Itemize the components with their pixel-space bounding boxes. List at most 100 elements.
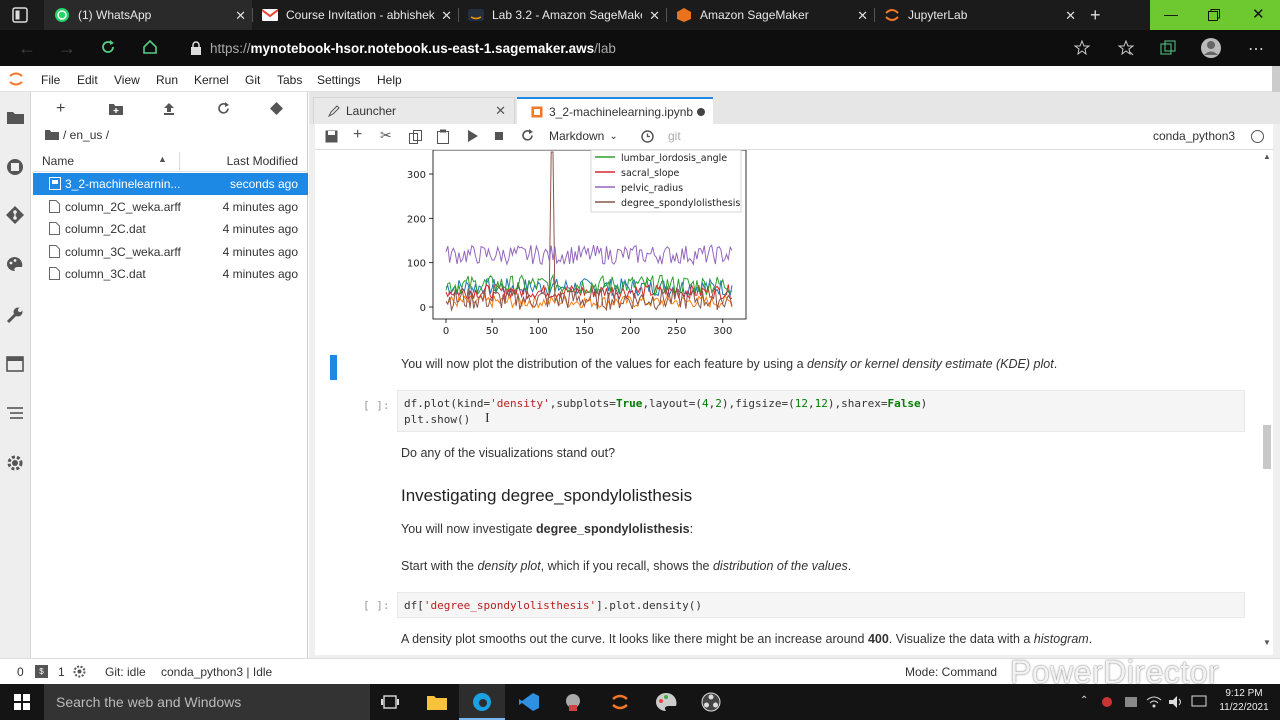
add-cell-icon[interactable]: + [353, 126, 362, 144]
restore-icon[interactable] [1208, 9, 1220, 21]
favorite-star-icon[interactable] [1074, 40, 1090, 56]
git-label[interactable]: git [668, 129, 681, 143]
file-explorer-icon[interactable] [427, 694, 447, 710]
tabs-icon[interactable] [6, 356, 24, 372]
folder-icon[interactable] [7, 110, 24, 124]
clock-icon[interactable] [641, 130, 654, 143]
favorites-icon[interactable] [1118, 40, 1134, 56]
file-row[interactable]: column_3C.dat 4 minutes ago [33, 263, 308, 285]
wifi-icon[interactable] [1146, 695, 1162, 708]
markdown-question[interactable]: Do any of the visualizations stand out? [401, 446, 615, 460]
tab-notebook[interactable]: 3_2-machinelearning.ipynb [517, 97, 713, 124]
palette-icon[interactable] [6, 256, 24, 272]
terminals-count[interactable]: 0 [17, 665, 24, 679]
scroll-up-icon[interactable]: ▲ [1263, 152, 1271, 161]
run-icon[interactable] [468, 130, 478, 142]
vscode-icon[interactable] [519, 693, 539, 711]
menu-edit[interactable]: Edit [77, 73, 98, 87]
menu-view[interactable]: View [114, 73, 140, 87]
home-icon[interactable] [142, 39, 158, 55]
close-icon[interactable]: ✕ [495, 103, 506, 119]
git-clone-icon[interactable] [270, 102, 283, 115]
tab-jupyterlab[interactable]: JupyterLab ✕ [874, 0, 1082, 30]
task-view-icon[interactable] [381, 694, 399, 710]
markdown-histogram[interactable]: A density plot smooths out the curve. It… [401, 632, 1092, 646]
cell-type-select[interactable]: Markdown ⌄ [549, 126, 618, 146]
tray-chevron-icon[interactable]: ⌃ [1080, 695, 1088, 706]
restart-icon[interactable] [521, 129, 534, 142]
app-icon[interactable] [563, 692, 583, 712]
page-scrollbar[interactable] [1272, 66, 1280, 92]
git-icon[interactable] [6, 206, 24, 224]
clock[interactable]: 9:12 PM 11/22/2021 [1214, 687, 1274, 715]
file-row[interactable]: column_2C.dat 4 minutes ago [33, 218, 308, 240]
profile-avatar-icon[interactable] [1200, 37, 1222, 59]
scroll-down-icon[interactable]: ▼ [1263, 638, 1271, 647]
modified-column-header[interactable]: Last Modified [227, 154, 298, 168]
tab-sagemaker[interactable]: Amazon SageMaker ✕ [666, 0, 875, 30]
tray-icon-1[interactable] [1100, 696, 1114, 708]
taskbar-search[interactable]: Search the web and Windows [44, 684, 370, 720]
kernel-name[interactable]: conda_python3 [1153, 129, 1235, 143]
close-icon[interactable]: ✕ [857, 8, 868, 24]
new-folder-icon[interactable] [109, 103, 123, 115]
menu-run[interactable]: Run [156, 73, 178, 87]
minimize-icon[interactable]: — [1164, 6, 1178, 22]
breadcrumb-folder-icon[interactable] [45, 129, 59, 140]
copy-icon[interactable] [409, 130, 422, 144]
stop-icon[interactable] [495, 132, 503, 140]
taskbar-jupyter-icon[interactable] [610, 692, 630, 712]
close-icon[interactable]: ✕ [649, 8, 660, 24]
menu-settings[interactable]: Settings [317, 73, 360, 87]
section-heading[interactable]: Investigating degree_spondylolisthesis [401, 486, 692, 506]
sort-up-icon[interactable]: ▲ [158, 154, 167, 164]
tab-lab[interactable]: Lab 3.2 - Amazon SageMake ✕ [458, 0, 667, 30]
paste-icon[interactable] [437, 129, 449, 144]
window-close-icon[interactable]: ✕ [1252, 5, 1265, 23]
markdown-density-intro[interactable]: You will now plot the distribution of th… [401, 357, 1057, 371]
forward-icon[interactable]: → [58, 38, 76, 59]
url-field[interactable]: https://mynotebook-hsor.notebook.us-east… [180, 34, 1060, 62]
upload-icon[interactable] [163, 102, 175, 115]
volume-icon[interactable] [1168, 695, 1184, 709]
file-row[interactable]: 3_2-machinelearnin... seconds ago [33, 173, 308, 195]
refresh-icon[interactable] [217, 102, 230, 115]
windows-start-icon[interactable] [14, 694, 30, 710]
tray-icon-2[interactable] [1124, 696, 1138, 708]
toc-icon[interactable] [7, 406, 23, 420]
git-status[interactable]: Git: idle [105, 665, 146, 679]
close-icon[interactable]: ✕ [441, 8, 452, 24]
file-row[interactable]: column_3C_weka.arff 4 minutes ago [33, 241, 308, 263]
menu-tabs[interactable]: Tabs [277, 73, 302, 87]
terminal-icon[interactable]: $ [35, 665, 48, 678]
code-cell-spondy-density[interactable]: df['degree_spondylolisthesis'].plot.dens… [397, 592, 1245, 618]
menu-git[interactable]: Git [245, 73, 260, 87]
taskbar-edge-active[interactable] [459, 684, 505, 720]
code-cell-density[interactable]: df.plot(kind='density',subplots=True,lay… [397, 390, 1245, 432]
new-launcher-icon[interactable]: + [56, 100, 65, 118]
file-row[interactable]: column_2C_weka.arff 4 minutes ago [33, 196, 308, 218]
tab-gmail[interactable]: Course Invitation - abhishek ✕ [252, 0, 459, 30]
menu-file[interactable]: File [41, 73, 60, 87]
tab-whatsapp[interactable]: (1) WhatsApp ✕ [44, 0, 253, 30]
unsaved-dot-icon[interactable] [697, 108, 705, 116]
markdown-investigate[interactable]: You will now investigate degree_spondylo… [401, 522, 693, 536]
reload-icon[interactable] [100, 39, 116, 55]
kernel-gear-icon[interactable] [73, 665, 86, 678]
tab-actions-icon[interactable] [12, 7, 28, 23]
menu-kernel[interactable]: Kernel [194, 73, 229, 87]
obs-icon[interactable] [701, 692, 721, 712]
paint-icon[interactable] [655, 692, 677, 712]
tab-launcher[interactable]: Launcher ✕ [313, 97, 515, 124]
scroll-thumb[interactable] [1263, 425, 1271, 469]
collections-icon[interactable] [1160, 40, 1176, 56]
close-icon[interactable]: ✕ [235, 8, 246, 24]
menu-help[interactable]: Help [377, 73, 402, 87]
close-icon[interactable]: ✕ [1065, 8, 1076, 24]
cut-icon[interactable]: ✂ [380, 127, 392, 144]
notifications-icon[interactable] [1191, 695, 1207, 709]
save-icon[interactable] [325, 130, 338, 143]
running-icon[interactable] [6, 158, 24, 176]
new-tab-icon[interactable]: + [1090, 5, 1101, 26]
name-column-header[interactable]: Name [42, 154, 74, 168]
